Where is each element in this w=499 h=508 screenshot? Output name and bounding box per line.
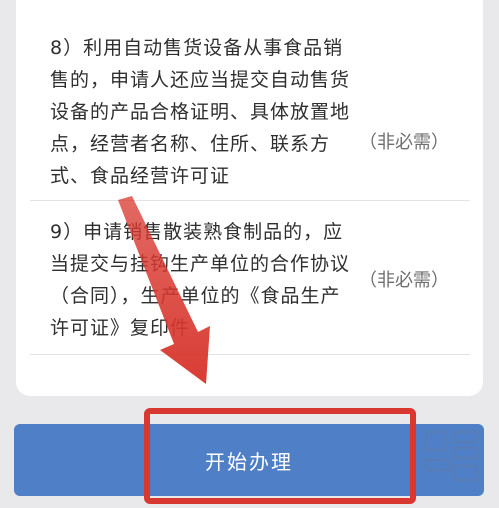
start-process-button[interactable]: 开始办理 (14, 424, 484, 496)
divider (30, 200, 470, 201)
requirement-text: 8）利用自动售货设备从事食品销售的，申请人还应当提交自动售货设备的产品合格证明、… (50, 37, 351, 187)
divider (30, 354, 470, 355)
optional-badge: （非必需） (359, 132, 449, 153)
requirement-text: 9）申请销售散装熟食制品的，应当提交与挂钩生产单位的合作协议（合同），生产单位的… (50, 221, 351, 339)
optional-badge: （非必需） (359, 270, 449, 291)
requirement-item-8: 8）利用自动售货设备从事食品销售的，申请人还应当提交自动售货设备的产品合格证明、… (34, 32, 470, 197)
requirement-item-9: 9）申请销售散装熟食制品的，应当提交与挂钩生产单位的合作协议（合同），生产单位的… (34, 216, 470, 346)
